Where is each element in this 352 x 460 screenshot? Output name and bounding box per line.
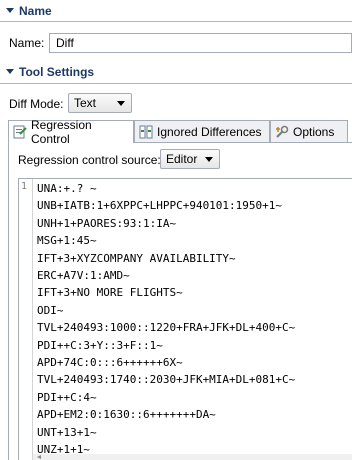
tab-ignored-differences[interactable]: Ignored Differences bbox=[134, 120, 270, 142]
horizontal-scrollbar[interactable] bbox=[33, 454, 352, 460]
tab-regression-control[interactable]: Regression Control bbox=[8, 118, 134, 146]
name-section-title: Name bbox=[19, 4, 52, 18]
line-number-gutter: 1 bbox=[19, 179, 33, 460]
tab-bar: Regression Control Ignored Differences O… bbox=[8, 118, 352, 146]
line-number: 1 bbox=[21, 181, 28, 192]
tab-label: Ignored Differences bbox=[157, 124, 262, 139]
code-line: ODI~ bbox=[37, 303, 64, 317]
ignored-differences-icon bbox=[139, 125, 153, 139]
diff-mode-label: Diff Mode: bbox=[9, 97, 64, 111]
code-line: ERC+A7V:1:AMD~ bbox=[37, 269, 130, 283]
tool-settings-header[interactable]: Tool Settings bbox=[0, 62, 94, 82]
chevron-down-icon bbox=[205, 157, 213, 162]
regression-source-select[interactable]: Editor bbox=[160, 149, 220, 169]
collapse-arrow-icon[interactable] bbox=[5, 6, 15, 16]
tab-label: Regression Control bbox=[31, 118, 92, 146]
regression-control-icon bbox=[13, 125, 27, 139]
code-line: TVL+240493:1000::1220+FRA+JFK+DL+400+C~ bbox=[37, 321, 296, 335]
code-line: UNH+1+PAORES:93:1:IA~ bbox=[37, 216, 177, 230]
code-line: TVL+240493:1740::2030+JFK+MIA+DL+081+C~ bbox=[37, 373, 296, 387]
code-line: APD+74C:0:::6++++++6X~ bbox=[37, 356, 183, 370]
section-divider bbox=[0, 21, 352, 22]
code-line: MSG+1:45~ bbox=[37, 234, 97, 248]
code-line: PDI++C:4~ bbox=[37, 390, 97, 404]
code-line: UNT+13+1~ bbox=[37, 425, 97, 439]
editor-content[interactable]: UNA:+.? ~ UNB+IATB:1+6XPPC+LHPPC+940101:1… bbox=[37, 180, 295, 459]
code-line: UNB+IATB:1+6XPPC+LHPPC+940101:1950+1~ bbox=[37, 199, 283, 213]
code-line: IFT+3+XYZCOMPANY AVAILABILITY~ bbox=[37, 251, 236, 265]
name-label: Name: bbox=[9, 36, 45, 50]
diff-mode-value: Text bbox=[74, 96, 97, 110]
diff-mode-select[interactable]: Text bbox=[68, 93, 132, 113]
collapse-arrow-icon[interactable] bbox=[5, 67, 15, 77]
scroll-left-arrow-icon[interactable] bbox=[37, 455, 41, 459]
name-field[interactable]: Diff bbox=[49, 33, 352, 53]
regression-source-label: Regression control source: bbox=[18, 153, 161, 167]
tab-label: Options bbox=[293, 124, 335, 139]
code-line: PDI++C:3+Y::3+F::1~ bbox=[37, 338, 163, 352]
code-line: APD+EM2:0:1630::6+++++++DA~ bbox=[37, 408, 216, 422]
code-line: IFT+3+NO MORE FLIGHTS~ bbox=[37, 286, 183, 300]
regression-source-value: Editor bbox=[166, 152, 198, 166]
tab-options[interactable]: Options bbox=[270, 120, 348, 142]
options-icon bbox=[275, 125, 289, 139]
section-divider bbox=[0, 83, 352, 84]
code-line: UNA:+.? ~ bbox=[37, 182, 97, 195]
regression-text-editor[interactable]: 1 UNA:+.? ~ UNB+IATB:1+6XPPC+LHPPC+940101… bbox=[18, 178, 352, 460]
tool-settings-title: Tool Settings bbox=[19, 65, 95, 79]
chevron-down-icon bbox=[117, 101, 125, 106]
name-section-header[interactable]: Name bbox=[0, 1, 52, 21]
